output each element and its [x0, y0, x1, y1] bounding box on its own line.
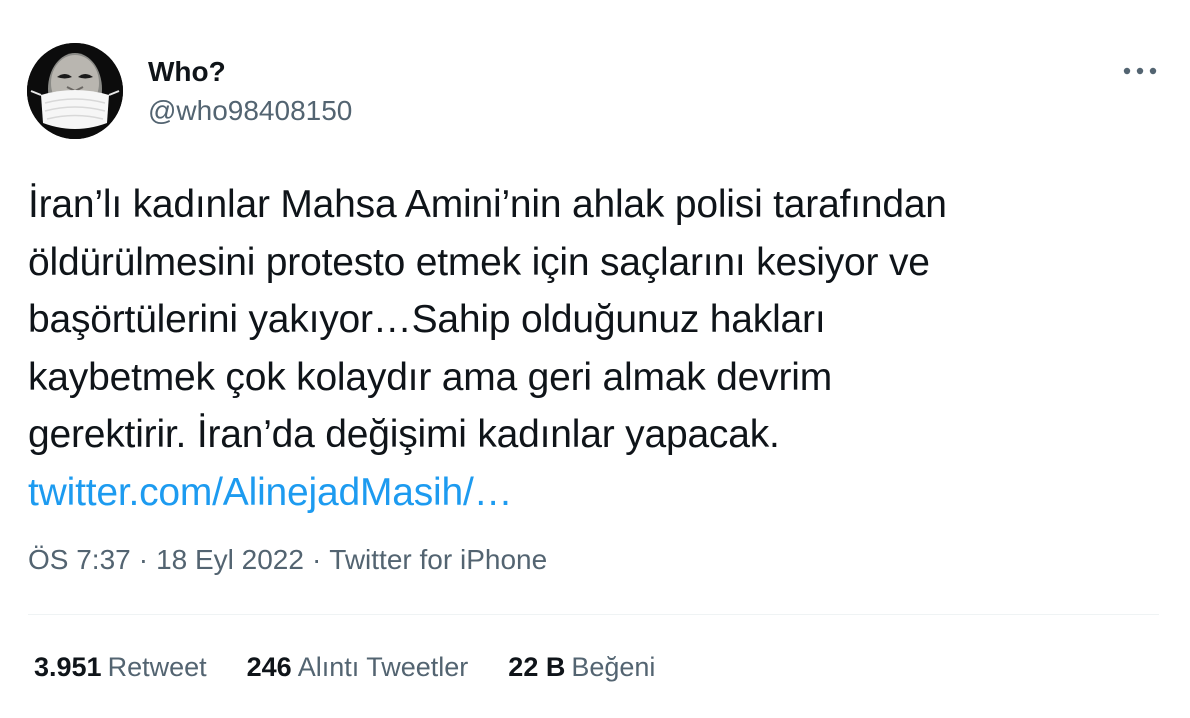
quotes-stat[interactable]: 246 Alıntı Tweetler	[247, 649, 469, 685]
tweet-text: İran’lı kadınlar Mahsa Amini’nin ahlak p…	[28, 176, 1168, 521]
quotes-count: 246	[246, 652, 292, 682]
tweet-card: Who? @who98408150 İran’lı kadınlar Mahsa…	[0, 0, 1190, 718]
tweet-date[interactable]: 18 Eyl 2022	[156, 544, 304, 575]
tweet-time[interactable]: ÖS 7:37	[28, 544, 131, 575]
retweets-label: Retweet	[107, 652, 207, 682]
likes-count: 22 B	[508, 652, 566, 682]
tweet-meta: ÖS 7:37 · 18 Eyl 2022 · Twitter for iPhone	[28, 542, 547, 578]
meta-separator: ·	[138, 544, 149, 575]
tweet-text-line: gerektirir. İran’da değişimi kadınlar ya…	[28, 413, 780, 456]
likes-stat[interactable]: 22 B Beğeni	[508, 649, 655, 685]
retweets-stat[interactable]: 3.951 Retweet	[34, 649, 207, 685]
tweet-source[interactable]: Twitter for iPhone	[329, 544, 547, 575]
divider	[28, 614, 1159, 615]
tweet-text-line: kaybetmek çok kolaydır ama geri almak de…	[28, 355, 832, 399]
tweet-text-line: başörtülerini yakıyor…Sahip olduğunuz ha…	[28, 298, 826, 341]
tweet-link[interactable]: twitter.com/AlinejadMasih/…	[28, 471, 513, 514]
avatar[interactable]	[27, 43, 123, 139]
quotes-label: Alıntı Tweetler	[297, 652, 469, 682]
masked-face-avatar-image	[27, 43, 123, 139]
tweet-text-line: öldürülmesini protesto etmek için saçlar…	[28, 240, 930, 284]
tweet-stats: 3.951 Retweet 246 Alıntı Tweetler 22 B Beğe…	[34, 649, 655, 685]
meta-separator: ·	[311, 544, 322, 575]
author-handle[interactable]: @who98408150	[148, 94, 352, 128]
tweet-text-line: İran’lı kadınlar Mahsa Amini’nin ahlak p…	[28, 183, 947, 226]
more-horizontal-icon	[1123, 67, 1157, 75]
likes-label: Beğeni	[571, 652, 656, 682]
retweets-count: 3.951	[34, 652, 102, 682]
more-options-button[interactable]	[1118, 56, 1162, 86]
author-display-name[interactable]: Who?	[148, 55, 226, 89]
